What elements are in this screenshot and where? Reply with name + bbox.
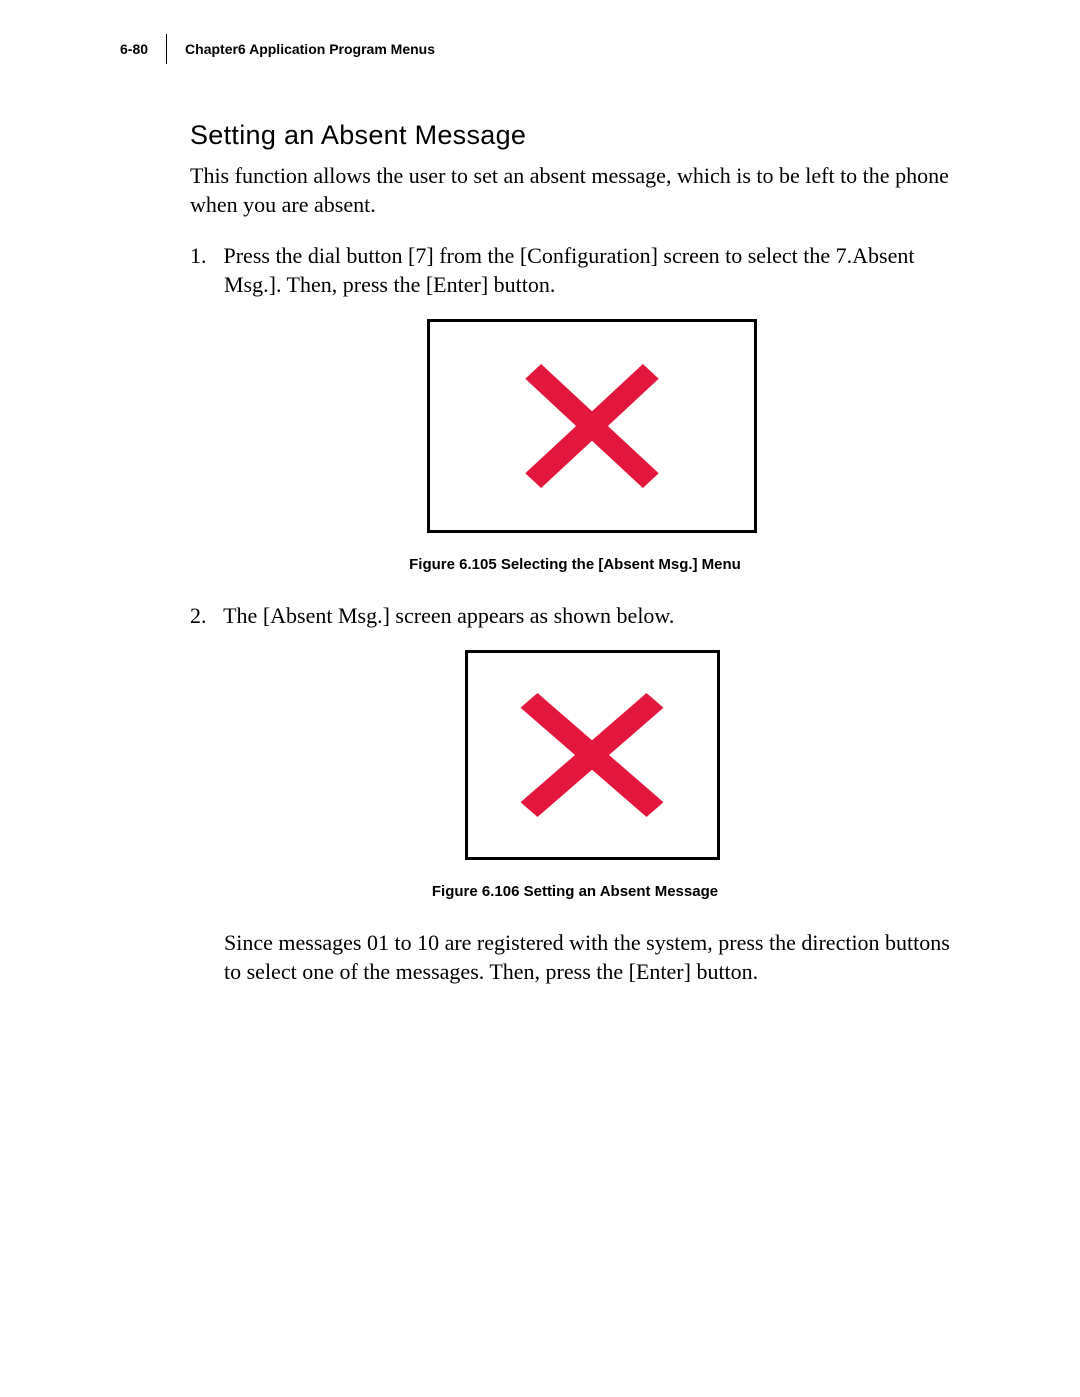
figure-1-box — [427, 319, 757, 533]
figure-1: Figure 6.105 Selecting the [Absent Msg.]… — [224, 319, 960, 575]
section-title: Setting an Absent Message — [190, 120, 960, 151]
figure-2: Figure 6.106 Setting an Absent Message — [224, 650, 960, 902]
content-area: Setting an Absent Message This function … — [190, 120, 960, 986]
figure-1-caption: Figure 6.105 Selecting the [Absent Msg.]… — [443, 555, 741, 575]
page-header: 6-80 Chapter6 Application Program Menus — [120, 34, 990, 64]
trailing-paragraph: Since messages 01 to 10 are registered w… — [224, 928, 960, 986]
steps-list: Press the dial button [7] from the [Conf… — [190, 241, 960, 902]
section-intro: This function allows the user to set an … — [190, 161, 960, 219]
step-2: The [Absent Msg.] screen appears as show… — [190, 601, 960, 902]
missing-image-icon — [522, 361, 662, 491]
step-text: Press the dial button [7] from the [Conf… — [224, 243, 915, 297]
step-1: Press the dial button [7] from the [Conf… — [190, 241, 960, 575]
missing-image-icon — [517, 690, 667, 820]
chapter-title: Chapter6 Application Program Menus — [185, 41, 435, 57]
figure-2-caption: Figure 6.106 Setting an Absent Message — [466, 882, 718, 902]
step-text: The [Absent Msg.] screen appears as show… — [223, 603, 674, 628]
page-number: 6-80 — [120, 41, 166, 57]
header-divider — [166, 34, 167, 64]
figure-2-box — [465, 650, 720, 860]
page: 6-80 Chapter6 Application Program Menus … — [0, 0, 1080, 1397]
